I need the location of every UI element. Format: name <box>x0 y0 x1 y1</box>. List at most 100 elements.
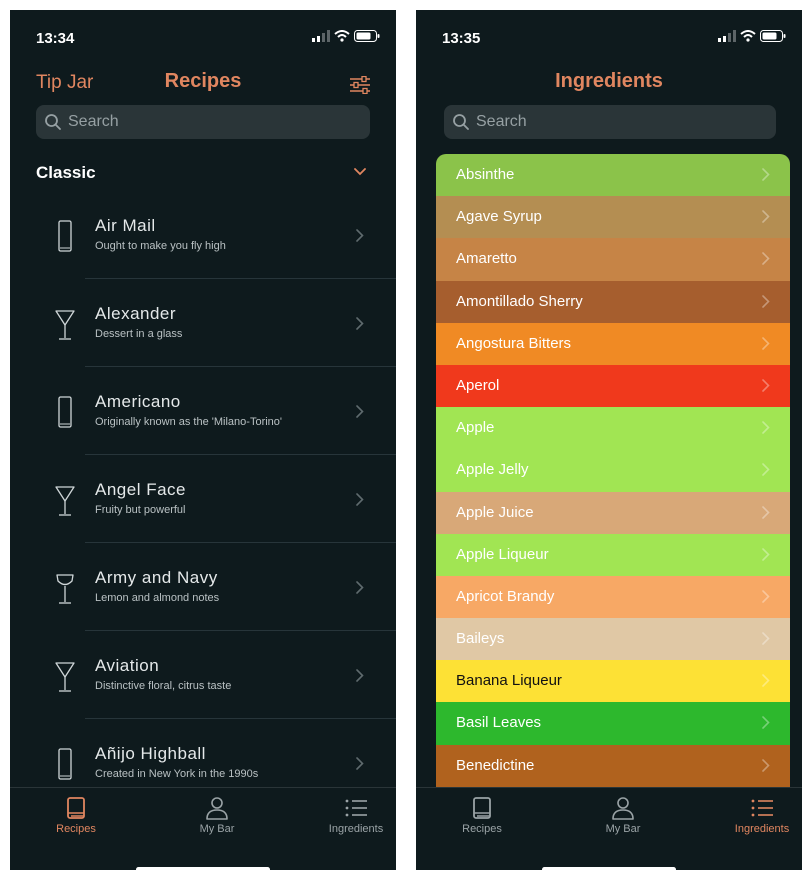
wifi-icon <box>740 30 756 42</box>
recipe-row[interactable]: Añijo Highball Created in New York in the… <box>10 719 396 787</box>
recipe-description: Fruity but powerful <box>95 504 186 516</box>
tab-label: My Bar <box>199 823 235 835</box>
recipe-description: Created in New York in the 1990s <box>95 768 259 780</box>
chevron-right-icon <box>762 252 770 266</box>
recipe-description: Originally known as the 'Milano-Torino' <box>95 416 283 428</box>
ingredient-row[interactable]: Banana Liqueur <box>436 660 790 703</box>
ingredient-name: Angostura Bitters <box>456 334 572 352</box>
ingredient-name: Absinthe <box>456 166 515 183</box>
chevron-right-icon <box>356 405 364 418</box>
recipe-name: Americano <box>95 392 181 411</box>
search-input[interactable]: Search <box>444 105 776 139</box>
chevron-right-icon <box>762 674 770 688</box>
chevron-right-icon <box>762 590 770 603</box>
search-placeholder: Search <box>476 113 527 130</box>
status-time: 13:35 <box>442 30 481 47</box>
ingredient-row[interactable]: Absinthe <box>436 154 790 197</box>
nav-bar: Tip Jar Recipes <box>10 70 396 106</box>
section-header[interactable]: Classic <box>36 163 370 187</box>
filter-icon[interactable] <box>350 76 370 94</box>
recipe-name: Aviation <box>95 656 160 675</box>
chevron-right-icon <box>762 632 770 645</box>
recipe-row[interactable]: Angel Face Fruity but powerful <box>10 455 396 543</box>
ingredient-row[interactable]: Apple <box>436 407 790 450</box>
ingredient-row[interactable]: Angostura Bitters <box>436 322 790 365</box>
ingredient-name: Amontillado Sherry <box>456 292 583 310</box>
search-placeholder: Search <box>68 113 119 130</box>
list-icon <box>345 799 367 817</box>
ingredients-screen: 13:35 Ingredients Search Absinthe Agave S… <box>416 10 802 870</box>
tab-my-bar[interactable]: My Bar <box>568 796 678 835</box>
ingredient-row[interactable]: Aperol <box>436 364 790 408</box>
ingredient-name: Banana Liqueur <box>456 672 562 690</box>
ingredient-name: Apricot Brandy <box>456 587 555 605</box>
tab-label: My Bar <box>605 823 641 835</box>
recipe-description: Ought to make you fly high <box>95 240 226 252</box>
chevron-right-icon <box>762 210 770 223</box>
tab-bar: Recipes My Bar Ingredients <box>10 787 396 870</box>
recipe-name: Army and Navy <box>95 568 218 587</box>
chevron-right-icon <box>356 317 364 330</box>
list-icon <box>751 799 773 817</box>
recipe-row[interactable]: Alexander Dessert in a glass <box>10 279 396 367</box>
martini-glass-icon <box>55 662 75 692</box>
chevron-right-icon <box>356 757 364 770</box>
recipe-description: Distinctive floral, citrus taste <box>95 680 232 692</box>
chevron-right-icon <box>762 336 770 350</box>
chevron-right-icon <box>762 547 770 561</box>
tab-ingredients[interactable]: Ingredients <box>301 796 396 835</box>
recipe-name: Angel Face <box>95 480 186 499</box>
tab-bar: Recipes My Bar Ingredients <box>416 787 802 870</box>
recipe-row[interactable]: Aviation Distinctive floral, citrus taste <box>10 631 396 719</box>
ingredient-row[interactable]: Basil Leaves <box>436 702 790 745</box>
signal-icon <box>312 30 330 42</box>
chevron-right-icon <box>356 493 364 506</box>
recipe-name: Air Mail <box>95 216 156 235</box>
tab-recipes[interactable]: Recipes <box>21 796 131 835</box>
tab-ingredients[interactable]: Ingredients <box>707 796 802 835</box>
ingredient-row[interactable]: Amaretto <box>436 238 790 281</box>
recipe-row[interactable]: Army and Navy Lemon and almond notes <box>10 543 396 631</box>
chevron-down-icon[interactable] <box>354 168 366 176</box>
battery-icon <box>354 30 380 42</box>
page-title: Ingredients <box>555 70 663 92</box>
chevron-right-icon <box>762 505 770 519</box>
ingredient-row[interactable]: Apple Jelly <box>436 449 790 492</box>
ingredient-row[interactable]: Benedictine <box>436 744 790 787</box>
ingredient-row[interactable]: Baileys <box>436 618 790 661</box>
highball-glass-icon <box>58 748 72 780</box>
chevron-right-icon <box>762 294 770 308</box>
ingredient-name: Baileys <box>456 630 505 648</box>
recipe-name: Añijo Highball <box>95 744 206 763</box>
ingredient-row[interactable]: Agave Syrup <box>436 196 790 239</box>
tab-label: Recipes <box>56 823 96 835</box>
ingredient-name: Apple Liqueur <box>456 545 549 563</box>
ingredient-row[interactable]: Amontillado Sherry <box>436 280 790 323</box>
chevron-right-icon <box>762 421 770 434</box>
search-input[interactable]: Search <box>36 105 370 139</box>
highball-glass-icon <box>58 396 72 428</box>
recipe-row[interactable]: Air Mail Ought to make you fly high <box>10 191 396 279</box>
battery-icon <box>760 30 786 42</box>
recipe-name: Alexander <box>95 304 177 323</box>
ingredient-list: Absinthe Agave Syrup Amaretto Amontillado S… <box>436 154 790 787</box>
chevron-right-icon <box>356 669 364 682</box>
ingredient-name: Apple Juice <box>456 503 534 521</box>
recipe-row[interactable]: Americano Originally known as the 'Milano… <box>10 367 396 455</box>
ingredient-name: Basil Leaves <box>456 714 542 732</box>
status-bar: 13:35 <box>416 10 802 60</box>
ingredient-row[interactable]: Apricot Brandy <box>436 575 790 619</box>
ingredient-row[interactable]: Apple Liqueur <box>436 533 790 576</box>
person-icon <box>612 797 634 820</box>
tab-label: Ingredients <box>734 823 790 835</box>
ingredient-name: Agave Syrup <box>456 208 542 226</box>
ingredient-name: Amaretto <box>456 250 517 268</box>
highball-glass-icon <box>58 220 72 252</box>
ingredient-row[interactable]: Apple Juice <box>436 491 790 534</box>
tab-my-bar[interactable]: My Bar <box>162 796 272 835</box>
chevron-right-icon <box>356 581 364 594</box>
tab-recipes[interactable]: Recipes <box>427 796 537 835</box>
search-icon <box>453 114 469 130</box>
chevron-right-icon <box>762 758 770 772</box>
status-bar: 13:34 <box>10 10 396 60</box>
